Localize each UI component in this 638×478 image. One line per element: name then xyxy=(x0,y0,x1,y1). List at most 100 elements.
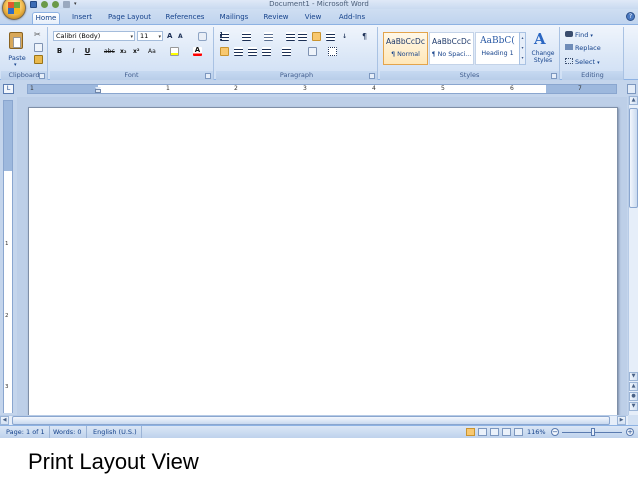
underline-icon[interactable]: U xyxy=(83,47,92,56)
vertical-ruler[interactable]: 1 2 3 xyxy=(3,100,13,413)
zoom-in-icon[interactable]: + xyxy=(626,428,634,436)
clipboard-group: Paste ▾ ✂ Clipboard xyxy=(1,27,48,80)
horizontal-scroll-thumb[interactable] xyxy=(12,416,610,425)
find-button[interactable]: Find ▾ xyxy=(565,30,593,40)
font-group-label: Font xyxy=(50,71,213,80)
clipboard-dialog-launcher[interactable] xyxy=(39,73,45,79)
clipboard-icon xyxy=(9,32,23,49)
view-ruler-button[interactable] xyxy=(627,84,636,94)
word-count[interactable]: Words: 0 xyxy=(49,426,87,438)
italic-icon[interactable]: I xyxy=(69,47,78,56)
show-formatting-marks-icon[interactable]: ¶ xyxy=(360,32,369,41)
help-icon[interactable]: ? xyxy=(626,12,635,21)
binoculars-icon xyxy=(565,31,573,37)
change-case-icon[interactable]: Aa xyxy=(148,47,157,56)
shading-icon[interactable] xyxy=(308,47,317,56)
style-sample: AaBbCcDc xyxy=(432,37,471,46)
ruler-number: 2 xyxy=(5,313,9,319)
font-group: Calibri (Body) ▾ 11 ▾ A A B I U abc x₂ x… xyxy=(50,27,214,80)
ruler-number: 3 xyxy=(303,85,307,92)
scroll-left-icon[interactable]: ◀ xyxy=(0,416,9,425)
rtl-direction-icon[interactable] xyxy=(326,32,335,41)
left-indent-marker[interactable] xyxy=(95,89,101,93)
styles-scroll[interactable]: ▴ ▾ ▾ xyxy=(519,32,526,65)
ruler-number: 3 xyxy=(5,384,9,390)
ltr-direction-icon[interactable] xyxy=(312,32,321,41)
draft-view-icon[interactable] xyxy=(514,428,523,436)
full-screen-reading-icon[interactable] xyxy=(478,428,487,436)
font-size-combo[interactable]: 11 ▾ xyxy=(137,31,163,41)
strikethrough-icon[interactable]: abc xyxy=(104,47,115,56)
language-indicator[interactable]: English (U.S.) xyxy=(89,426,142,438)
highlight-icon[interactable] xyxy=(170,47,179,56)
vertical-scroll-thumb[interactable] xyxy=(629,108,638,208)
chevron-down-icon: ▾ xyxy=(158,34,161,40)
clear-formatting-icon[interactable] xyxy=(198,32,207,41)
decrease-indent-icon[interactable] xyxy=(286,32,295,41)
shrink-font-icon[interactable]: A xyxy=(178,32,187,41)
increase-indent-icon[interactable] xyxy=(298,32,307,41)
numbering-icon[interactable] xyxy=(242,32,251,41)
replace-button[interactable]: Replace xyxy=(565,43,601,53)
select-browse-object-icon[interactable]: ● xyxy=(629,392,638,401)
scroll-up-icon[interactable]: ▲ xyxy=(629,96,638,105)
editing-group-label: Editing xyxy=(562,71,623,80)
zoom-out-icon[interactable]: − xyxy=(551,428,559,436)
previous-page-icon[interactable]: ▲ xyxy=(629,382,638,391)
style-no-spacing[interactable]: AaBbCcDc ¶ No Spaci... xyxy=(429,32,474,65)
line-spacing-icon[interactable] xyxy=(282,47,291,56)
cut-icon[interactable]: ✂ xyxy=(34,31,43,40)
change-styles-label: Change Styles xyxy=(531,50,555,64)
multilevel-list-icon[interactable] xyxy=(264,32,273,41)
styles-group-label: Styles xyxy=(380,71,559,80)
format-painter-icon[interactable] xyxy=(34,55,43,64)
style-normal[interactable]: AaBbCcDc ¶ Normal xyxy=(383,32,428,65)
find-label: Find xyxy=(575,31,589,39)
scroll-down-icon[interactable]: ▼ xyxy=(629,372,638,381)
web-layout-icon[interactable] xyxy=(490,428,499,436)
styles-dialog-launcher[interactable] xyxy=(551,73,557,79)
paste-button[interactable]: Paste ▾ xyxy=(3,29,29,69)
chevron-down-icon: ▾ xyxy=(130,34,133,40)
bold-icon[interactable]: B xyxy=(55,47,64,56)
align-center-icon[interactable] xyxy=(234,47,243,56)
outline-view-icon[interactable] xyxy=(502,428,511,436)
tab-selector-button[interactable]: L xyxy=(3,84,14,94)
superscript-icon[interactable]: x² xyxy=(133,47,142,56)
ruler-number: 1 xyxy=(5,241,9,247)
font-color-icon[interactable]: A xyxy=(193,47,202,56)
font-dialog-launcher[interactable] xyxy=(205,73,211,79)
status-bar: Page: 1 of 1 Words: 0 English (U.S.) 116… xyxy=(0,425,638,438)
next-page-icon[interactable]: ▼ xyxy=(629,402,638,411)
print-layout-view-icon[interactable] xyxy=(466,428,475,436)
zoom-slider-thumb[interactable] xyxy=(591,428,595,436)
font-size-value: 11 xyxy=(140,32,149,40)
horizontal-scrollbar[interactable]: ◀ ▶ xyxy=(0,415,628,425)
office-logo-icon xyxy=(8,2,21,15)
replace-label: Replace xyxy=(575,44,601,52)
scroll-right-icon[interactable]: ▶ xyxy=(617,416,626,425)
paragraph-group-label: Paragraph xyxy=(216,71,377,80)
align-right-icon[interactable] xyxy=(248,47,257,56)
select-button[interactable]: Select ▾ xyxy=(565,57,600,67)
align-left-icon[interactable] xyxy=(220,47,229,56)
font-name-combo[interactable]: Calibri (Body) ▾ xyxy=(53,31,135,41)
change-styles-button[interactable]: A Change Styles xyxy=(528,29,556,69)
bullets-icon[interactable] xyxy=(220,32,229,41)
ruler-number: 1 xyxy=(166,85,170,92)
borders-icon[interactable] xyxy=(328,47,337,56)
style-name: ¶ Normal xyxy=(391,51,420,58)
chevron-down-icon: ▾ xyxy=(597,60,600,66)
paragraph-dialog-launcher[interactable] xyxy=(369,73,375,79)
sort-icon[interactable]: ↓ xyxy=(342,32,351,41)
grow-font-icon[interactable]: A xyxy=(167,32,176,41)
horizontal-ruler[interactable]: 1 1 2 3 4 5 6 7 xyxy=(27,84,617,94)
subscript-icon[interactable]: x₂ xyxy=(120,47,129,56)
page-count[interactable]: Page: 1 of 1 xyxy=(2,426,50,438)
vertical-scrollbar[interactable]: ▲ ▼ ▲ ● ▼ xyxy=(628,96,638,415)
zoom-level[interactable]: 116% xyxy=(527,426,546,438)
copy-icon[interactable] xyxy=(34,43,43,52)
style-heading-1[interactable]: AaBbC( Heading 1 xyxy=(475,32,520,65)
document-page[interactable] xyxy=(28,107,618,415)
justify-icon[interactable] xyxy=(262,47,271,56)
